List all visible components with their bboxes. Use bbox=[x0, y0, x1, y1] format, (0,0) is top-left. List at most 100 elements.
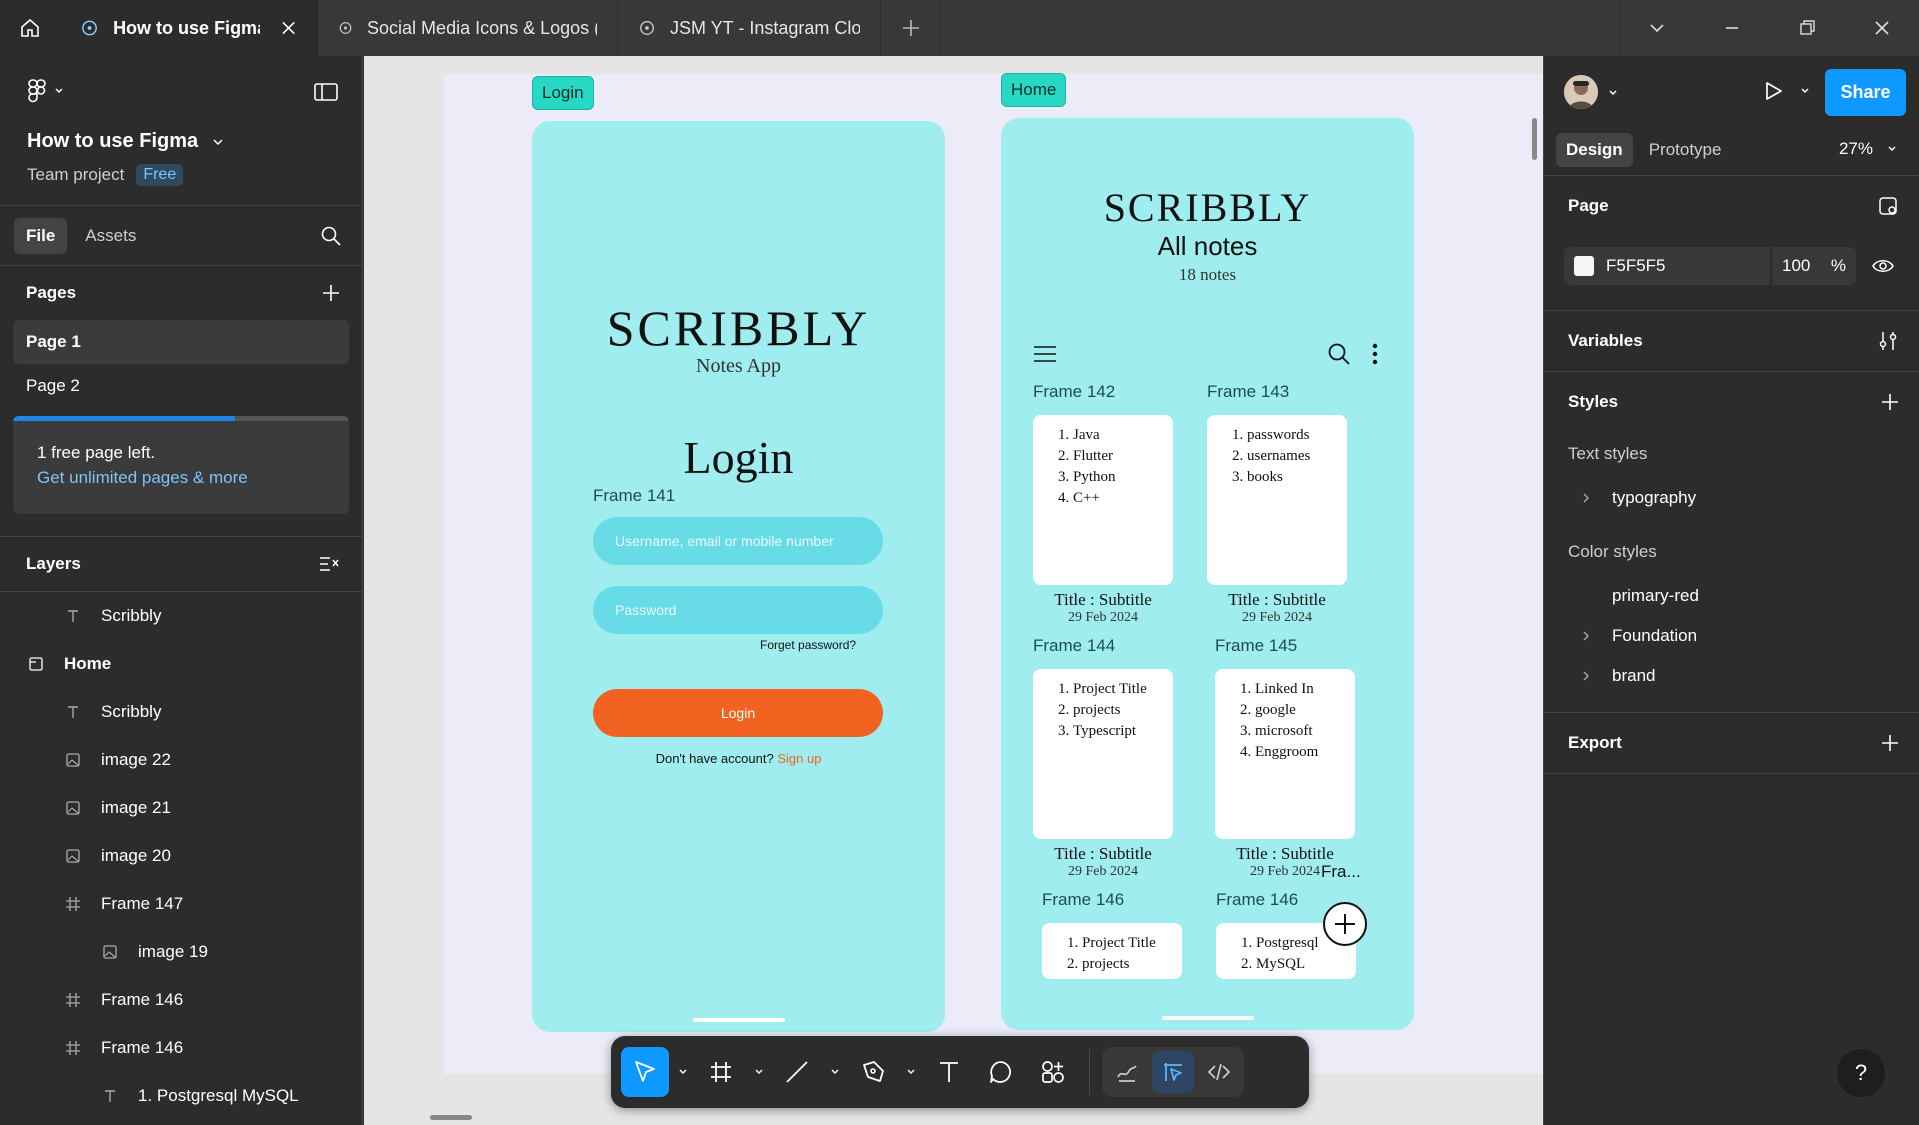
variables-header: Variables bbox=[1544, 311, 1919, 371]
password-input[interactable]: Password bbox=[593, 586, 883, 634]
login-frame-tag[interactable]: Login bbox=[532, 76, 594, 110]
line-tool[interactable] bbox=[773, 1047, 821, 1097]
share-button[interactable]: Share bbox=[1825, 69, 1906, 116]
tab-social-media-icons[interactable]: Social Media Icons & Logos (Commun bbox=[318, 0, 618, 56]
add-page-icon[interactable] bbox=[322, 284, 340, 302]
note-card[interactable]: Project Title projects Typescript bbox=[1033, 669, 1173, 839]
layer-item[interactable]: image 20 bbox=[0, 832, 362, 880]
home-screen-frame[interactable]: SCRIBBLY All notes 18 notes Frame 142 Ja… bbox=[1001, 118, 1414, 1030]
code-icon bbox=[1207, 1063, 1231, 1081]
close-icon[interactable] bbox=[280, 19, 297, 37]
tab-design[interactable]: Design bbox=[1556, 132, 1633, 167]
new-tab-button[interactable] bbox=[881, 0, 941, 56]
eye-icon[interactable] bbox=[1872, 258, 1894, 274]
toggle-sidebar-button[interactable] bbox=[314, 82, 338, 107]
login-screen-frame[interactable]: SCRIBBLY Notes App Login Frame 141 Usern… bbox=[532, 121, 945, 1032]
note-item: projects bbox=[1082, 954, 1156, 975]
line-tool-dropdown[interactable] bbox=[825, 1047, 845, 1097]
upgrade-link[interactable]: Get unlimited pages & more bbox=[37, 468, 248, 488]
layer-label: Scribbly bbox=[101, 702, 162, 721]
frame-tool[interactable] bbox=[697, 1047, 745, 1097]
hamburger-menu-icon[interactable] bbox=[1033, 344, 1057, 364]
add-style-icon[interactable] bbox=[1881, 393, 1899, 411]
style-item-foundation[interactable]: Foundation bbox=[1544, 618, 1919, 654]
layer-item[interactable]: Scribbly bbox=[0, 592, 362, 640]
login-button[interactable]: Login bbox=[593, 689, 883, 737]
signup-link[interactable]: Sign up bbox=[777, 751, 821, 766]
layer-item[interactable]: 1. Postgresql MySQL bbox=[0, 1072, 362, 1120]
layer-item[interactable]: image 22 bbox=[0, 736, 362, 784]
design-mode-button[interactable] bbox=[1152, 1051, 1194, 1093]
layer-item[interactable]: Home bbox=[0, 640, 362, 688]
search-button[interactable] bbox=[320, 225, 342, 252]
search-icon[interactable] bbox=[1327, 342, 1351, 366]
more-options-icon[interactable] bbox=[1371, 343, 1379, 365]
layer-item[interactable]: Frame 146 bbox=[0, 1024, 362, 1072]
page-settings-icon[interactable] bbox=[1877, 195, 1899, 217]
help-button[interactable]: ? bbox=[1837, 1049, 1885, 1097]
text-tool[interactable] bbox=[925, 1047, 973, 1097]
tab-prototype[interactable]: Prototype bbox=[1639, 133, 1732, 167]
note-card[interactable]: Linked In google microsoft Enggroom bbox=[1215, 669, 1355, 839]
add-export-icon[interactable] bbox=[1881, 734, 1899, 752]
zoom-control[interactable]: 27% bbox=[1839, 139, 1897, 159]
avatar[interactable] bbox=[1564, 75, 1598, 109]
vertical-scrollbar[interactable] bbox=[1532, 118, 1537, 160]
note-card[interactable]: passwords usernames books bbox=[1207, 415, 1347, 585]
page-color-hex: F5F5F5 bbox=[1606, 256, 1666, 275]
page-item-page-2[interactable]: Page 2 bbox=[13, 364, 349, 408]
add-note-button[interactable] bbox=[1323, 902, 1367, 946]
pages-header: Pages bbox=[0, 266, 362, 320]
layer-item[interactable]: Scribbly bbox=[0, 688, 362, 736]
text-icon bbox=[100, 1088, 120, 1104]
layer-item[interactable]: Frame 147 bbox=[0, 880, 362, 928]
move-tool-dropdown[interactable] bbox=[673, 1047, 693, 1097]
tab-assets[interactable]: Assets bbox=[73, 218, 148, 254]
style-item-brand[interactable]: brand bbox=[1544, 654, 1919, 698]
chevron-down-icon[interactable] bbox=[1608, 88, 1618, 98]
color-swatch[interactable] bbox=[1574, 256, 1594, 276]
close-window-button[interactable] bbox=[1844, 0, 1919, 56]
canvas[interactable]: Login SCRIBBLY Notes App Login Frame 141… bbox=[364, 56, 1543, 1125]
draw-mode-button[interactable] bbox=[1106, 1051, 1148, 1093]
comment-tool[interactable] bbox=[977, 1047, 1025, 1097]
page-item-page-1[interactable]: Page 1 bbox=[13, 320, 349, 364]
chevron-down-icon[interactable] bbox=[1800, 86, 1810, 96]
main-menu-button[interactable] bbox=[26, 78, 64, 104]
layer-item[interactable]: Frame 146 bbox=[0, 976, 362, 1024]
restore-button[interactable] bbox=[1769, 0, 1844, 56]
style-item-primary-red[interactable]: primary-red bbox=[1544, 574, 1919, 618]
plus-icon bbox=[1335, 914, 1355, 934]
forget-password-link[interactable]: Forget password? bbox=[760, 638, 856, 652]
team-name[interactable]: Team project bbox=[27, 165, 124, 185]
frame-tool-dropdown[interactable] bbox=[749, 1047, 769, 1097]
note-card[interactable]: Java Flutter Python C++ bbox=[1033, 415, 1173, 585]
move-tool[interactable] bbox=[621, 1047, 669, 1097]
style-label: typography bbox=[1612, 488, 1697, 507]
layer-item[interactable]: image 19 bbox=[0, 928, 362, 976]
username-input[interactable]: Username, email or mobile number bbox=[593, 517, 883, 565]
pen-tool[interactable] bbox=[849, 1047, 897, 1097]
tab-how-to-use-figma[interactable]: How to use Figma bbox=[60, 0, 318, 56]
collapse-layers-icon[interactable] bbox=[318, 555, 340, 573]
pen-tool-dropdown[interactable] bbox=[901, 1047, 921, 1097]
layer-item[interactable]: image 21 bbox=[0, 784, 362, 832]
minimize-button[interactable] bbox=[1694, 0, 1769, 56]
horizontal-scrollbar[interactable] bbox=[430, 1115, 472, 1120]
page-color-field[interactable]: F5F5F5 bbox=[1564, 247, 1770, 285]
tabs-dropdown-button[interactable] bbox=[1619, 0, 1694, 56]
variables-settings-icon[interactable] bbox=[1877, 330, 1899, 352]
page-opacity-field[interactable]: 100 % bbox=[1772, 247, 1856, 285]
actions-tool[interactable] bbox=[1029, 1047, 1077, 1097]
note-title: Title : Subtitle bbox=[1054, 844, 1152, 863]
tab-jsm-instagram-clone[interactable]: JSM YT - Instagram Clone bbox=[618, 0, 881, 56]
note-card[interactable]: Project Title projects bbox=[1042, 923, 1182, 979]
play-icon[interactable] bbox=[1762, 80, 1784, 102]
home-button[interactable] bbox=[0, 0, 60, 56]
home-frame-tag[interactable]: Home bbox=[1001, 73, 1067, 107]
dev-mode-button[interactable] bbox=[1198, 1051, 1240, 1093]
style-item-typography[interactable]: typography bbox=[1544, 476, 1919, 520]
tab-file[interactable]: File bbox=[14, 217, 68, 254]
sidebar-icon bbox=[314, 83, 338, 101]
file-name-button[interactable]: How to use Figma bbox=[27, 130, 224, 153]
